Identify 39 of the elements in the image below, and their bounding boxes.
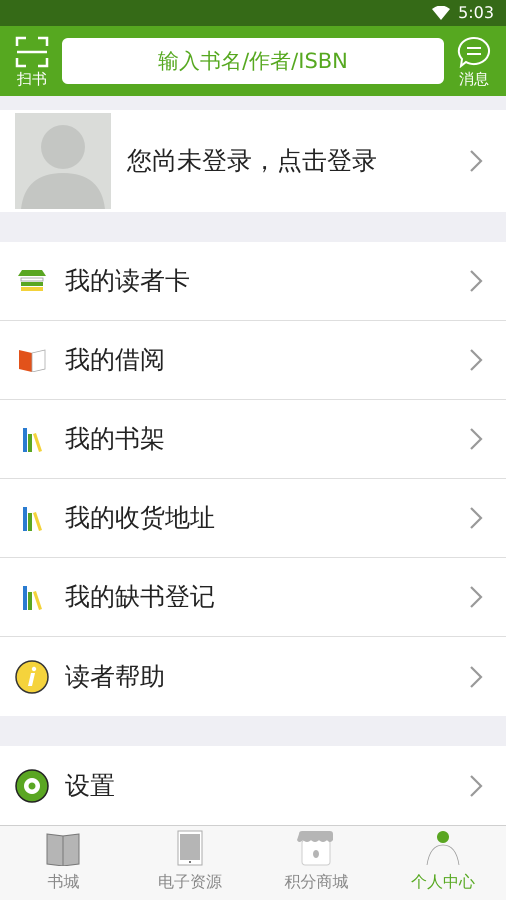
chevron-right-icon [469,585,483,609]
person-icon [424,830,461,866]
menu-item[interactable]: 读者帮助 [0,637,506,716]
books-icon [20,505,44,531]
chevron-right-icon [469,269,483,293]
menu-item[interactable]: 设置 [0,746,506,825]
chevron-right-icon [469,149,483,173]
login-prompt: 您尚未登录，点击登录 [127,145,378,178]
chevron-right-icon [469,664,483,688]
tablet-icon [176,830,203,866]
chat-icon [457,36,491,68]
chevron-right-icon [469,506,483,530]
menu-label: 设置 [65,770,116,802]
menu-label: 我的收货地址 [65,502,216,534]
menu-label: 我的借阅 [65,344,166,376]
open-book-icon [18,348,46,372]
menu-item[interactable]: 我的书架 [0,400,506,479]
search-field[interactable]: 输入书名/作者/ISBN [62,38,444,84]
chevron-right-icon [469,427,483,451]
storefront-icon [297,830,336,866]
menu-label: 我的书架 [65,423,166,456]
menu-label: 我的缺书登记 [65,581,216,614]
scan-icon [15,36,49,68]
menu-item[interactable]: 我的收货地址 [0,479,506,558]
menu-label: 读者帮助 [65,660,166,693]
books-icon [20,426,44,452]
menu-item[interactable]: 我的读者卡 [0,242,506,321]
menu-item[interactable]: 我的缺书登记 [0,558,506,637]
menu-item[interactable]: 我的借阅 [0,321,506,400]
login-row[interactable]: 您尚未登录，点击登录 [0,110,506,212]
menu-label: 我的读者卡 [65,265,191,298]
chevron-right-icon [469,348,483,372]
chevron-right-icon [469,774,483,798]
card-stack-icon [18,270,46,292]
book-icon [45,832,82,866]
status-time: 5:03 [458,2,494,24]
books-icon [20,584,44,610]
wifi-icon [432,6,450,20]
info-icon [15,660,49,694]
